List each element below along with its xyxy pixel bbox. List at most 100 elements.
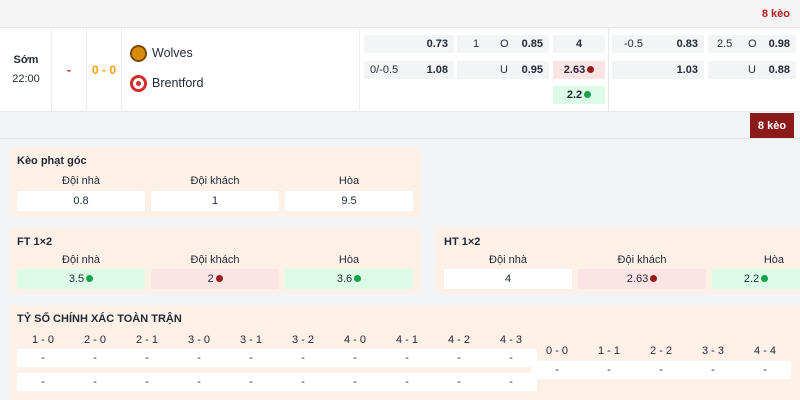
score-odds-cell[interactable]: - xyxy=(121,349,173,367)
odds-down-icon xyxy=(587,66,595,73)
brentford-logo-icon xyxy=(130,74,147,92)
ft-header-away: Đội khách xyxy=(190,254,240,266)
corners-panel: Kèo phạt góc Đội nhà Đội khách Hòa 0.8 1… xyxy=(9,147,421,217)
ht-draw-odds[interactable]: 2.2 xyxy=(712,269,800,289)
score-odds-cell[interactable]: - xyxy=(173,349,225,367)
ht-title: HT 1×2 xyxy=(444,236,481,248)
correct-score-panel: TỶ SỐ CHÍNH XÁC TOÀN TRẬN 1 - 0 2 - 0 2 … xyxy=(9,305,800,400)
correct-score-title: TỶ SỐ CHÍNH XÁC TOÀN TRẬN xyxy=(17,313,182,325)
ht-away-odds[interactable]: 2.63 xyxy=(578,269,706,289)
odds-count-tab[interactable]: 8 kèo xyxy=(750,113,794,139)
score-odds-cell[interactable]: - xyxy=(485,373,537,391)
odds-up-icon xyxy=(761,275,769,282)
ft-header-home: Đội nhà xyxy=(62,254,100,266)
corners-header-draw: Hòa xyxy=(338,175,360,187)
tab-divider xyxy=(0,138,800,139)
teams: Wolves Brentford xyxy=(122,28,360,112)
kickoff-time: 22:00 xyxy=(12,73,40,85)
score-label: 3 - 0 xyxy=(187,334,210,346)
score-odds-cell[interactable]: - xyxy=(17,373,69,391)
more-odds-link[interactable]: 8 kèo xyxy=(762,8,790,20)
score-odds-cell[interactable]: - xyxy=(17,349,69,367)
odds-up-icon xyxy=(354,275,362,282)
score-odds-cell[interactable]: - xyxy=(433,373,485,391)
ht-header-draw: Hòa xyxy=(763,254,784,266)
ft-header-draw: Hòa xyxy=(338,254,360,266)
ft-home-odds[interactable]: 3.5 xyxy=(17,269,145,289)
1x2-home-odds[interactable]: 4 xyxy=(553,35,605,53)
ft-1x2-panel: FT 1×2 Đội nhà Đội khách Hòa 3.5 2 3.6 xyxy=(9,228,421,294)
draw-score-odds-cell[interactable]: - xyxy=(635,361,687,379)
score-label: 4 - 2 xyxy=(447,334,470,346)
score-label: 4 - 0 xyxy=(343,334,366,346)
away-team[interactable]: Brentford xyxy=(130,73,203,93)
odds-down-icon xyxy=(650,275,658,282)
draw-score-label: 4 - 4 xyxy=(753,345,776,357)
match-odds-page: 8 kèo Sớm 22:00 - 0 - 0 Wolves Brentford… xyxy=(0,0,800,400)
score-odds-cell[interactable]: - xyxy=(329,349,381,367)
draw-score-label: 3 - 3 xyxy=(701,345,724,357)
score-odds-cell[interactable]: - xyxy=(225,373,277,391)
1x2-draw-odds[interactable]: 2.2 xyxy=(553,86,605,104)
score-odds-cell[interactable]: - xyxy=(485,349,537,367)
draw-score-odds-cell[interactable]: - xyxy=(583,361,635,379)
home-team-name: Wolves xyxy=(152,46,193,60)
draw-score-odds-cell[interactable]: - xyxy=(739,361,791,379)
match-score: 0 - 0 xyxy=(87,28,122,112)
score-odds-cell[interactable]: - xyxy=(381,349,433,367)
live-indicator: - xyxy=(52,28,87,112)
ft-away-odds[interactable]: 2 xyxy=(151,269,279,289)
score-odds-cell[interactable]: - xyxy=(225,349,277,367)
score-odds-cell[interactable]: - xyxy=(173,373,225,391)
corners-away-odds[interactable]: 1 xyxy=(151,191,279,211)
ht-header-away: Đội khách xyxy=(617,254,667,266)
second-over-under-under-odds[interactable]: U 0.88 xyxy=(708,61,796,79)
corners-home-odds[interactable]: 0.8 xyxy=(17,191,145,211)
home-team[interactable]: Wolves xyxy=(130,43,193,63)
draw-score-label: 1 - 1 xyxy=(597,345,620,357)
away-team-name: Brentford xyxy=(152,76,204,90)
match-row[interactable]: Sớm 22:00 - 0 - 0 Wolves Brentford 0.73 … xyxy=(0,28,800,112)
corners-draw-odds[interactable]: 9.5 xyxy=(285,191,413,211)
odds-up-icon xyxy=(584,91,592,98)
score-odds-cell[interactable]: - xyxy=(381,373,433,391)
column-divider xyxy=(608,28,609,112)
score-label: 3 - 1 xyxy=(239,334,262,346)
ht-home-odds[interactable]: 4 xyxy=(444,269,572,289)
ht-header-home: Đội nhà xyxy=(489,254,527,266)
score-label: 3 - 2 xyxy=(291,334,314,346)
corners-title: Kèo phạt góc xyxy=(17,155,87,167)
match-status: Sớm xyxy=(13,54,39,66)
score-label: 2 - 0 xyxy=(83,334,106,346)
draw-score-label: 0 - 0 xyxy=(545,345,568,357)
score-odds-cell[interactable]: - xyxy=(121,373,173,391)
odds-down-icon xyxy=(215,275,223,282)
score-odds-cell[interactable]: - xyxy=(433,349,485,367)
score-odds-cell[interactable]: - xyxy=(69,373,121,391)
ft-title: FT 1×2 xyxy=(17,236,53,248)
over-under-over-odds[interactable]: 1 O 0.85 xyxy=(457,35,549,53)
draw-score-odds-cell[interactable]: - xyxy=(687,361,739,379)
handicap-home-odds[interactable]: 0.73 xyxy=(364,35,454,53)
score-label: 4 - 3 xyxy=(499,334,522,346)
handicap-away-odds[interactable]: 0/-0.5 1.08 xyxy=(364,61,454,79)
corners-header-away: Đội khách xyxy=(190,175,240,187)
over-under-under-odds[interactable]: U 0.95 xyxy=(457,61,549,79)
score-odds-cell[interactable]: - xyxy=(277,373,329,391)
1x2-away-odds[interactable]: 2.63 xyxy=(553,61,605,79)
match-time: Sớm 22:00 xyxy=(0,28,52,112)
corners-header-home: Đội nhà xyxy=(62,175,100,187)
draw-score-odds-cell[interactable]: - xyxy=(531,361,583,379)
top-strip: 8 kèo xyxy=(0,0,800,28)
second-over-under-over-odds[interactable]: 2.5 O 0.98 xyxy=(708,35,796,53)
ht-1x2-panel: HT 1×2 Đội nhà Đội khách Hòa 4 2.63 2.2 xyxy=(436,228,800,294)
score-odds-cell[interactable]: - xyxy=(69,349,121,367)
second-handicap-home-odds[interactable]: -0.5 0.83 xyxy=(612,35,704,53)
draw-score-label: 2 - 2 xyxy=(649,345,672,357)
score-odds-cell[interactable]: - xyxy=(329,373,381,391)
score-label: 2 - 1 xyxy=(135,334,158,346)
ft-draw-odds[interactable]: 3.6 xyxy=(285,269,413,289)
score-odds-cell[interactable]: - xyxy=(277,349,329,367)
second-handicap-away-odds[interactable]: 1.03 xyxy=(612,61,704,79)
score-label: 4 - 1 xyxy=(395,334,418,346)
